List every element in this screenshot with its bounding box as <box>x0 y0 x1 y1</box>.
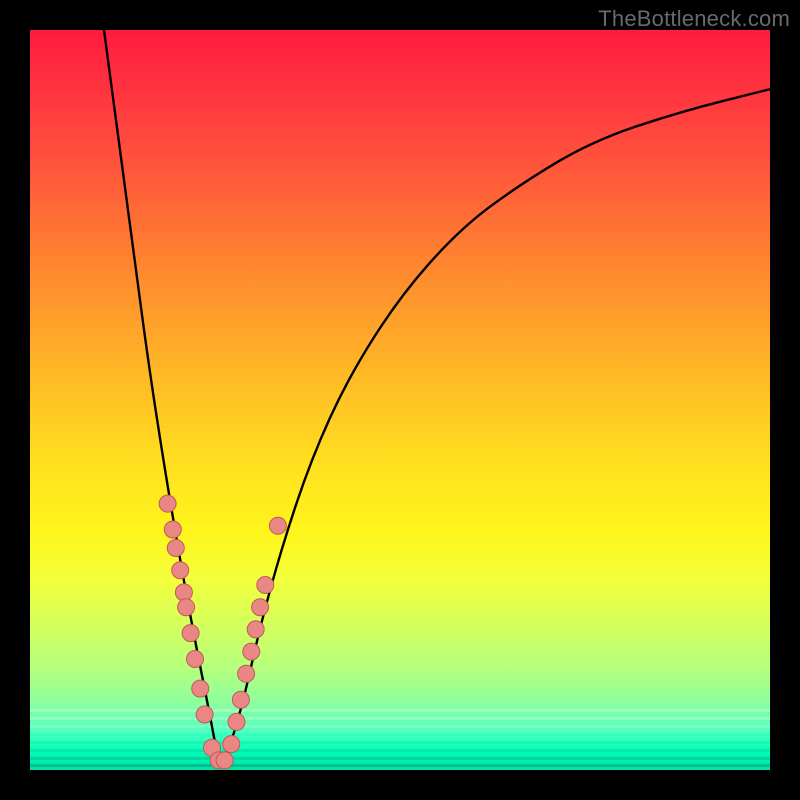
data-point <box>159 495 176 512</box>
data-point <box>223 736 240 753</box>
data-point <box>172 562 189 579</box>
data-point <box>252 599 269 616</box>
data-point <box>175 584 192 601</box>
data-point <box>164 521 181 538</box>
figure-root: TheBottleneck.com <box>0 0 800 800</box>
data-point <box>178 599 195 616</box>
bottleneck-curve <box>104 30 770 757</box>
data-point <box>167 540 184 557</box>
watermark-text: TheBottleneck.com <box>598 6 790 32</box>
plot-area <box>30 30 770 770</box>
data-point <box>243 643 260 660</box>
data-point <box>232 691 249 708</box>
data-points-layer <box>159 495 286 769</box>
chart-svg <box>30 30 770 770</box>
data-point <box>269 517 286 534</box>
data-point <box>238 665 255 682</box>
data-point <box>228 713 245 730</box>
data-point <box>192 680 209 697</box>
data-point <box>247 621 264 638</box>
data-point <box>196 706 213 723</box>
data-point <box>257 577 274 594</box>
data-point <box>216 752 233 769</box>
data-point <box>182 625 199 642</box>
data-point <box>187 651 204 668</box>
curve-layer <box>104 30 770 757</box>
